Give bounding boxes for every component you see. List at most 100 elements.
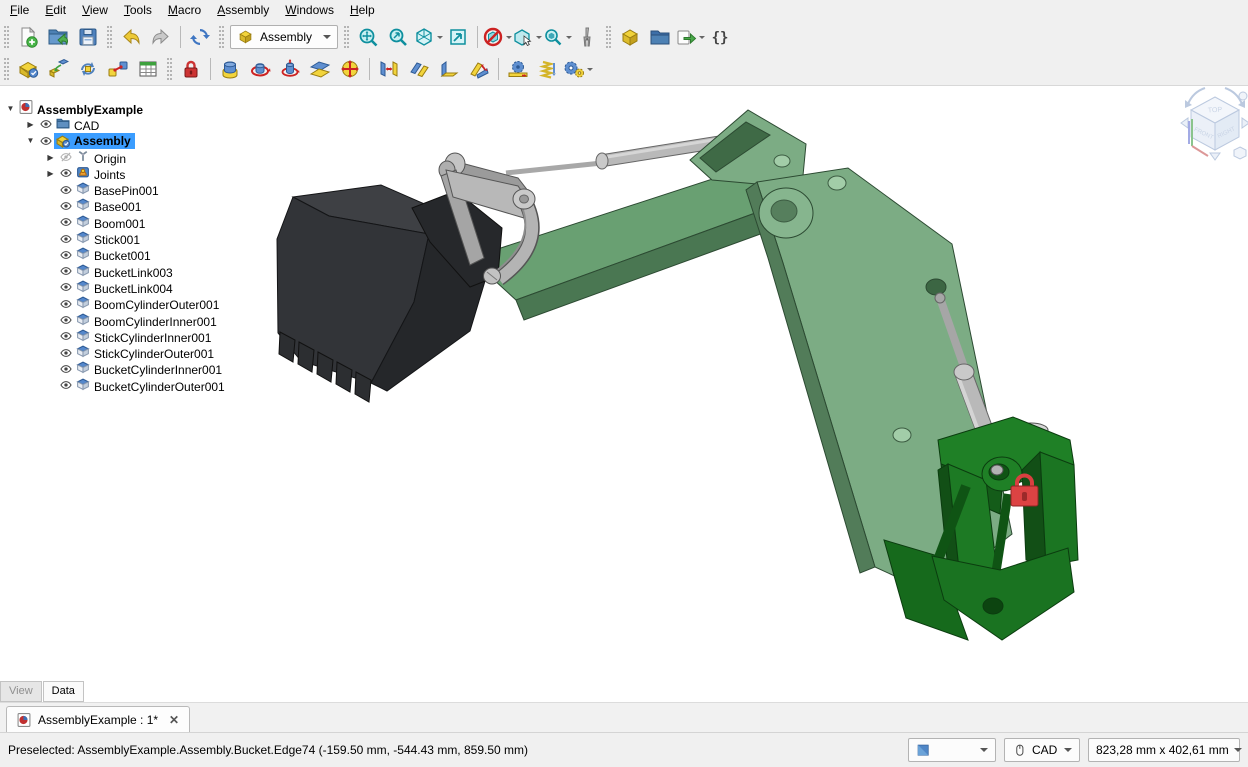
visible-eye-icon[interactable] xyxy=(57,184,74,196)
visible-eye-icon[interactable] xyxy=(37,118,54,130)
visible-eye-icon[interactable] xyxy=(37,135,54,147)
document-tab[interactable]: AssemblyExample : 1* ✕ xyxy=(6,706,190,732)
tree-item-boom001[interactable]: Boom001 xyxy=(0,214,245,230)
tree-item-assembly[interactable]: ▼Assembly xyxy=(0,133,245,149)
menu-macro[interactable]: Macro xyxy=(160,1,209,19)
tree-item-boomcylinderouter001[interactable]: BoomCylinderOuter001 xyxy=(0,296,245,312)
rack-pinion-joint-button[interactable] xyxy=(503,55,533,83)
visible-eye-icon[interactable] xyxy=(57,233,74,245)
asm-joint-icon xyxy=(107,58,129,80)
tree-item-cad[interactable]: ▶CAD xyxy=(0,116,245,132)
tree-item-boomcylinderinner001[interactable]: BoomCylinderInner001 xyxy=(0,312,245,328)
create-part-button[interactable] xyxy=(615,23,645,51)
collapse-arrow-icon[interactable]: ▶ xyxy=(44,169,57,178)
selection-filter-button[interactable] xyxy=(482,23,512,51)
bill-of-materials-button[interactable] xyxy=(133,55,163,83)
collapse-arrow-icon[interactable]: ▶ xyxy=(44,153,57,162)
undo-button[interactable] xyxy=(116,23,146,51)
create-assembly-button[interactable] xyxy=(13,55,43,83)
tree-item-stick001[interactable]: Stick001 xyxy=(0,230,245,246)
visible-eye-icon[interactable] xyxy=(57,265,74,277)
navigation-cube[interactable]: TOP FRONT RIGHT xyxy=(1181,88,1248,160)
visible-eye-icon[interactable] xyxy=(57,314,74,326)
menu-edit[interactable]: Edit xyxy=(37,1,74,19)
menu-tools[interactable]: Tools xyxy=(116,1,160,19)
create-joint-button[interactable] xyxy=(103,55,133,83)
link-actions-button[interactable] xyxy=(675,23,705,51)
close-tab-icon[interactable]: ✕ xyxy=(165,713,179,727)
visible-eye-icon[interactable] xyxy=(57,167,74,179)
create-group-button[interactable] xyxy=(645,23,675,51)
sync-view-button[interactable] xyxy=(443,23,473,51)
angle-joint-button[interactable] xyxy=(464,55,494,83)
visible-eye-icon[interactable] xyxy=(57,249,74,261)
gears-joint-button[interactable] xyxy=(563,55,593,83)
visible-eye-icon[interactable] xyxy=(57,216,74,228)
selection-view-button[interactable] xyxy=(542,23,572,51)
visible-eye-icon[interactable] xyxy=(57,330,74,342)
visible-eye-icon[interactable] xyxy=(57,363,74,375)
tree-item-bucketlink004[interactable]: BucketLink004 xyxy=(0,279,245,295)
toggle-grounded-button[interactable] xyxy=(176,55,206,83)
workbench-selector[interactable]: Assembly xyxy=(230,25,338,49)
panel-tab-data[interactable]: Data xyxy=(43,681,84,702)
revolute-joint-button[interactable] xyxy=(245,55,275,83)
tree-item-basepin001[interactable]: BasePin001 xyxy=(0,181,245,197)
new-document-button[interactable] xyxy=(13,23,43,51)
expand-arrow-icon[interactable]: ▼ xyxy=(4,104,17,113)
menu-help[interactable]: Help xyxy=(342,1,383,19)
tree-item-content: StickCylinderInner001 xyxy=(74,328,215,345)
collapse-arrow-icon[interactable]: ▶ xyxy=(24,120,37,129)
toolbar-separator xyxy=(369,58,370,80)
menu-view[interactable]: View xyxy=(74,1,116,19)
draw-style-selector[interactable] xyxy=(908,738,996,762)
planar-joint-button[interactable] xyxy=(305,55,335,83)
menu-file[interactable]: File xyxy=(2,1,37,19)
open-document-button[interactable] xyxy=(43,23,73,51)
measure-button[interactable] xyxy=(572,23,602,51)
panel-tab-view[interactable]: View xyxy=(0,681,42,702)
solve-assembly-button[interactable] xyxy=(73,55,103,83)
expression-button[interactable]: {} xyxy=(705,23,735,51)
nav-cube-top-label[interactable]: TOP xyxy=(1208,106,1223,114)
viewport-dimensions-selector[interactable]: 823,28 mm x 402,61 mm xyxy=(1088,738,1240,762)
refresh-button[interactable] xyxy=(185,23,215,51)
redo-button[interactable] xyxy=(146,23,176,51)
tree-item-origin[interactable]: ▶Origin xyxy=(0,149,245,165)
menu-windows[interactable]: Windows xyxy=(277,1,342,19)
tree-item-bucketcylinderinner001[interactable]: BucketCylinderInner001 xyxy=(0,361,245,377)
isometric-view-button[interactable] xyxy=(413,23,443,51)
tree-item-bucket001[interactable]: Bucket001 xyxy=(0,247,245,263)
navigation-style-selector[interactable]: CAD xyxy=(1004,738,1080,762)
tree-item-base001[interactable]: Base001 xyxy=(0,198,245,214)
visible-eye-icon[interactable] xyxy=(57,298,74,310)
parallel-joint-button[interactable] xyxy=(404,55,434,83)
box-selection-button[interactable] xyxy=(512,23,542,51)
visible-eye-icon[interactable] xyxy=(57,347,74,359)
tree-item-stickcylinderinner001[interactable]: StickCylinderInner001 xyxy=(0,328,245,344)
expand-arrow-icon[interactable]: ▼ xyxy=(24,136,37,145)
visible-eye-icon[interactable] xyxy=(57,200,74,212)
tree-item-joints[interactable]: ▶Joints xyxy=(0,165,245,181)
hidden-eye-icon[interactable] xyxy=(57,151,74,163)
distance-joint-button[interactable] xyxy=(374,55,404,83)
braces-icon: {} xyxy=(709,26,731,48)
tree-item-bucketcylinderouter001[interactable]: BucketCylinderOuter001 xyxy=(0,377,245,393)
perpendicular-joint-button[interactable] xyxy=(434,55,464,83)
menu-assembly[interactable]: Assembly xyxy=(209,1,277,19)
tree-item-content: AssemblyExample xyxy=(17,100,147,117)
insert-component-button[interactable] xyxy=(43,55,73,83)
tree-item-bucketlink003[interactable]: BucketLink003 xyxy=(0,263,245,279)
visible-eye-icon[interactable] xyxy=(57,379,74,391)
zoom-selection-button[interactable] xyxy=(383,23,413,51)
ball-joint-button[interactable] xyxy=(335,55,365,83)
visible-eye-icon[interactable] xyxy=(57,281,74,293)
tree-item-stickcylinderouter001[interactable]: StickCylinderOuter001 xyxy=(0,344,245,360)
screw-joint-button[interactable] xyxy=(533,55,563,83)
cylindrical-joint-button[interactable] xyxy=(275,55,305,83)
save-document-button[interactable] xyxy=(73,23,103,51)
fixed-joint-button[interactable] xyxy=(215,55,245,83)
tree-item-label: BucketLink004 xyxy=(91,282,177,296)
tree-item-assemblyexample[interactable]: ▼AssemblyExample xyxy=(0,100,245,116)
zoom-fit-all-button[interactable] xyxy=(353,23,383,51)
